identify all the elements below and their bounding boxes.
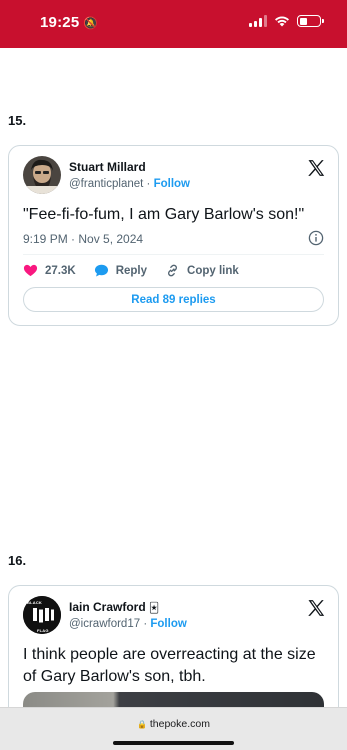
copy-link-button[interactable]: Copy link [165,263,239,278]
tweet-text-line-1: I think people are overreacting at the s… [23,646,316,663]
bell-muted-icon: 🔕 [83,16,99,30]
separator-dot: · [143,618,148,630]
tweet-actions: 27.3K Reply Copy link [23,263,257,278]
copy-link-label: Copy link [187,264,239,277]
tweet-timestamp[interactable]: 9:19 PM · Nov 5, 2024 [23,232,143,246]
tweet-text: I think people are overreacting at the s… [23,644,316,688]
reply-label: Reply [115,264,148,277]
follow-button[interactable]: Follow [150,618,186,630]
tweet-text-line-2: of Gary Barlow's son, tbh. [23,668,206,685]
like-count: 27.3K [45,264,76,277]
avatar-text-bottom: FLAG [37,628,49,633]
status-bar: 19:25 🔕 [0,0,347,48]
cellular-signal-icon [249,15,267,27]
like-button[interactable]: 27.3K [23,263,76,278]
author-name[interactable]: Iain Crawford [69,600,146,614]
wifi-icon [275,16,289,27]
x-logo-icon[interactable] [306,158,326,178]
tweet-embed-iain-crawford[interactable]: BLACK FLAG Iain Crawford 🃏 @icrawford17 … [8,585,339,725]
tweet-text: "Fee-fi-fo-fum, I am Gary Barlow's son!" [23,206,305,223]
reply-button[interactable]: Reply [94,263,147,278]
section-number-15: 15. [8,113,27,128]
avatar[interactable] [23,156,61,194]
url-text: thepoke.com [149,718,210,730]
status-time: 19:25 🔕 [40,14,99,31]
home-indicator[interactable] [113,741,234,745]
author-handle-row: @icrawford17 · Follow [69,618,187,630]
author-name[interactable]: Stuart Millard [69,160,146,174]
status-icons [249,15,324,27]
separator-dot: · [146,178,151,190]
heart-icon [23,264,38,277]
author-name-row: Iain Crawford 🃏 [69,600,159,614]
author-handle-row: @franticplanet · Follow [69,178,190,190]
info-icon[interactable] [308,230,324,246]
card-emoji-icon: 🃏 [149,603,160,614]
speech-bubble-icon [94,264,108,277]
link-icon [168,264,177,277]
section-number-16: 16. [8,553,27,568]
follow-button[interactable]: Follow [154,178,190,190]
lock-icon: 🔒 [136,720,147,729]
url-display[interactable]: 🔒 thepoke.com [0,718,347,730]
battery-icon [297,15,324,27]
x-logo-icon[interactable] [306,598,326,618]
read-replies-button[interactable]: Read 89 replies [23,287,324,312]
divider [23,254,324,255]
browser-address-bar[interactable]: 🔒 thepoke.com [0,707,347,750]
author-handle[interactable]: @icrawford17 [69,618,140,630]
avatar-text-top: BLACK [27,600,42,605]
tweet-embed-stuart-millard[interactable]: Stuart Millard @franticplanet · Follow "… [8,145,339,326]
author-handle[interactable]: @franticplanet [69,178,143,190]
